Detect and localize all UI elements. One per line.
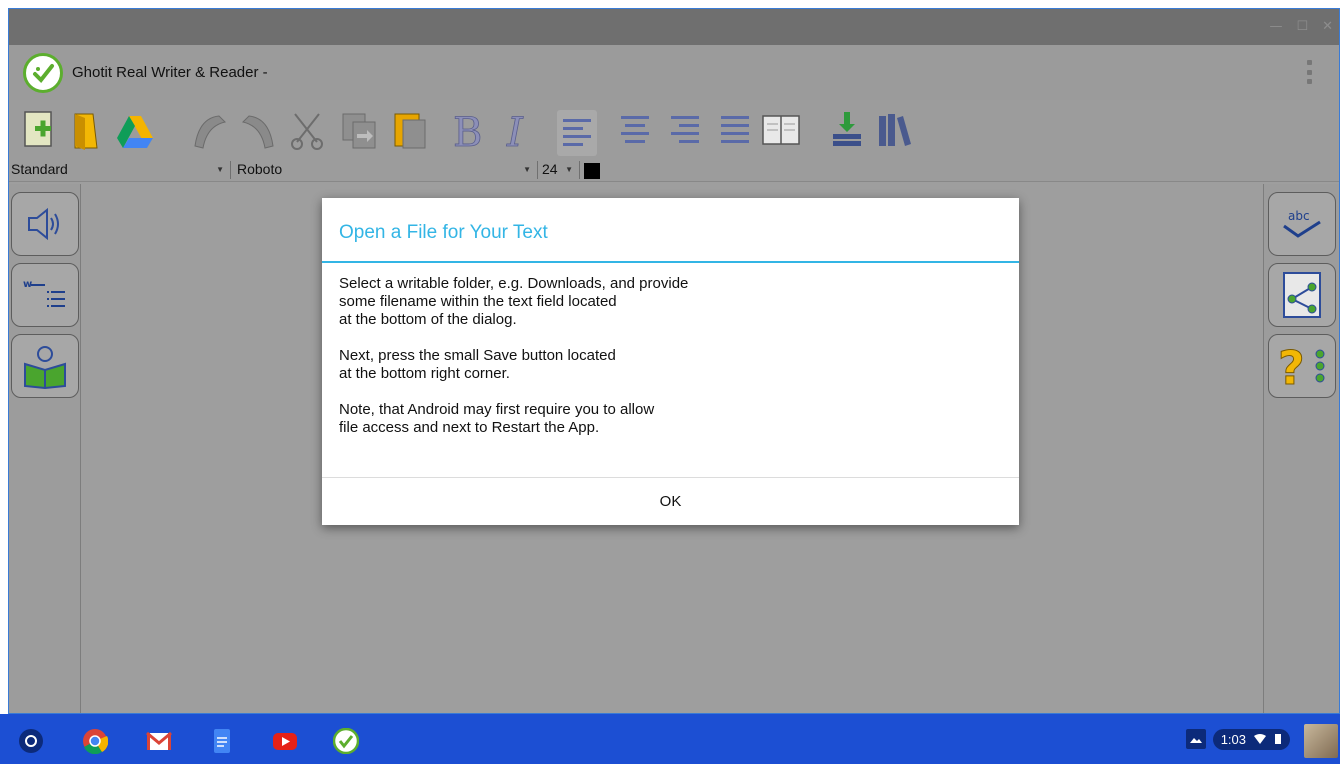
style-dropdown[interactable]: Standard ▼ <box>11 161 231 179</box>
dialog-paragraph: Next, press the small Save button locate… <box>339 347 999 383</box>
chrome-icon[interactable] <box>82 728 108 754</box>
dialog-title: Open a File for Your Text <box>339 222 548 243</box>
dialog-line: Next, press the small Save button locate… <box>339 347 616 364</box>
reader-button[interactable] <box>11 334 79 398</box>
cut-icon[interactable] <box>287 108 327 152</box>
dialog-title-divider <box>322 261 1019 263</box>
open-folder-icon[interactable] <box>67 108 107 152</box>
share-document-button[interactable] <box>1268 263 1336 327</box>
open-file-dialog: Open a File for Your Text Select a writa… <box>322 198 1019 525</box>
window-titlebar: — ☐ ✕ <box>9 9 1339 45</box>
speaker-icon <box>28 207 59 241</box>
font-dropdown[interactable]: Roboto ▼ <box>237 161 538 179</box>
svg-text:?: ? <box>1278 341 1305 392</box>
launcher-icon[interactable] <box>18 728 44 754</box>
youtube-icon[interactable] <box>272 728 298 754</box>
screenshot-icon[interactable] <box>1185 728 1207 750</box>
size-value: 24 <box>542 161 558 177</box>
os-shelf: 1:03 <box>0 714 1340 764</box>
chevron-down-icon: ▼ <box>523 165 531 174</box>
dialog-line: Note, that Android may first require you… <box>339 401 655 418</box>
minimize-icon[interactable]: — <box>1269 19 1282 34</box>
clock-time: 1:03 <box>1220 731 1246 747</box>
reader-icon <box>24 346 66 390</box>
window-controls: — ☐ ✕ <box>1269 19 1333 34</box>
dialog-line: some filename within the text field loca… <box>339 293 617 310</box>
ok-button[interactable]: OK <box>322 478 1019 525</box>
right-panel: abc ? <box>1263 184 1339 713</box>
text-color-swatch[interactable] <box>584 163 600 179</box>
paste-icon[interactable] <box>389 108 429 152</box>
align-right-icon[interactable] <box>665 108 705 152</box>
app-bar: Ghotit Real Writer & Reader - <box>9 45 1339 100</box>
chevron-down-icon: ▼ <box>565 165 573 174</box>
dialog-line: Select a writable folder, e.g. Downloads… <box>339 275 689 292</box>
svg-text:B: B <box>453 110 482 152</box>
undo-icon[interactable] <box>189 108 229 152</box>
overflow-menu-icon[interactable] <box>1307 60 1313 84</box>
bold-icon[interactable]: B <box>449 108 489 152</box>
share-document-icon <box>1283 272 1321 318</box>
word-list-button[interactable]: w <box>11 263 79 327</box>
speaker-button[interactable] <box>11 192 79 256</box>
battery-icon <box>1275 734 1281 744</box>
wifi-icon <box>1254 734 1266 744</box>
ghotit-logo-icon <box>23 53 63 93</box>
size-dropdown[interactable]: 24 ▼ <box>540 161 580 179</box>
user-avatar[interactable] <box>1304 724 1338 758</box>
library-icon[interactable] <box>875 108 915 152</box>
dialog-line: at the bottom of the dialog. <box>339 311 517 328</box>
ghotit-icon[interactable] <box>333 728 359 754</box>
style-value: Standard <box>11 161 68 177</box>
redo-icon[interactable] <box>239 108 279 152</box>
google-drive-icon[interactable] <box>115 108 155 152</box>
svg-text:I: I <box>506 110 524 152</box>
docs-icon[interactable] <box>209 728 235 754</box>
justify-icon[interactable] <box>715 108 755 152</box>
italic-icon[interactable]: I <box>499 108 539 152</box>
maximize-icon[interactable]: ☐ <box>1296 19 1308 34</box>
align-left-icon[interactable] <box>557 110 597 156</box>
dialog-paragraph: Select a writable folder, e.g. Downloads… <box>339 275 999 329</box>
chevron-down-icon: ▼ <box>216 165 224 174</box>
status-area[interactable]: 1:03 <box>1185 728 1290 750</box>
dialog-message: Select a writable folder, e.g. Downloads… <box>339 275 999 455</box>
word-list-icon: w <box>23 279 65 307</box>
new-file-icon[interactable] <box>19 108 59 152</box>
format-bar: Standard ▼ Roboto ▼ 24 ▼ <box>9 156 1339 182</box>
help-button[interactable]: ? <box>1268 334 1336 398</box>
spell-check-icon: abc <box>1283 209 1321 238</box>
gmail-icon[interactable] <box>146 728 172 754</box>
align-center-icon[interactable] <box>615 108 655 152</box>
dialog-line: file access and next to Restart the App. <box>339 419 600 436</box>
left-panel: w <box>9 184 81 713</box>
svg-text:abc: abc <box>1288 209 1310 223</box>
spell-check-button[interactable]: abc <box>1268 192 1336 256</box>
close-icon[interactable]: ✕ <box>1322 19 1333 34</box>
toolbar: B I <box>9 100 1339 156</box>
system-tray[interactable]: 1:03 <box>1212 728 1290 750</box>
font-value: Roboto <box>237 161 283 177</box>
copy-icon[interactable] <box>339 108 379 152</box>
app-title: Ghotit Real Writer & Reader - <box>72 64 268 81</box>
book-icon[interactable] <box>761 108 801 152</box>
dialog-line: at the bottom right corner. <box>339 365 510 382</box>
download-icon[interactable] <box>827 108 867 152</box>
help-icon: ? <box>1278 341 1325 392</box>
svg-text:w: w <box>23 279 32 290</box>
dialog-paragraph: Note, that Android may first require you… <box>339 401 999 437</box>
